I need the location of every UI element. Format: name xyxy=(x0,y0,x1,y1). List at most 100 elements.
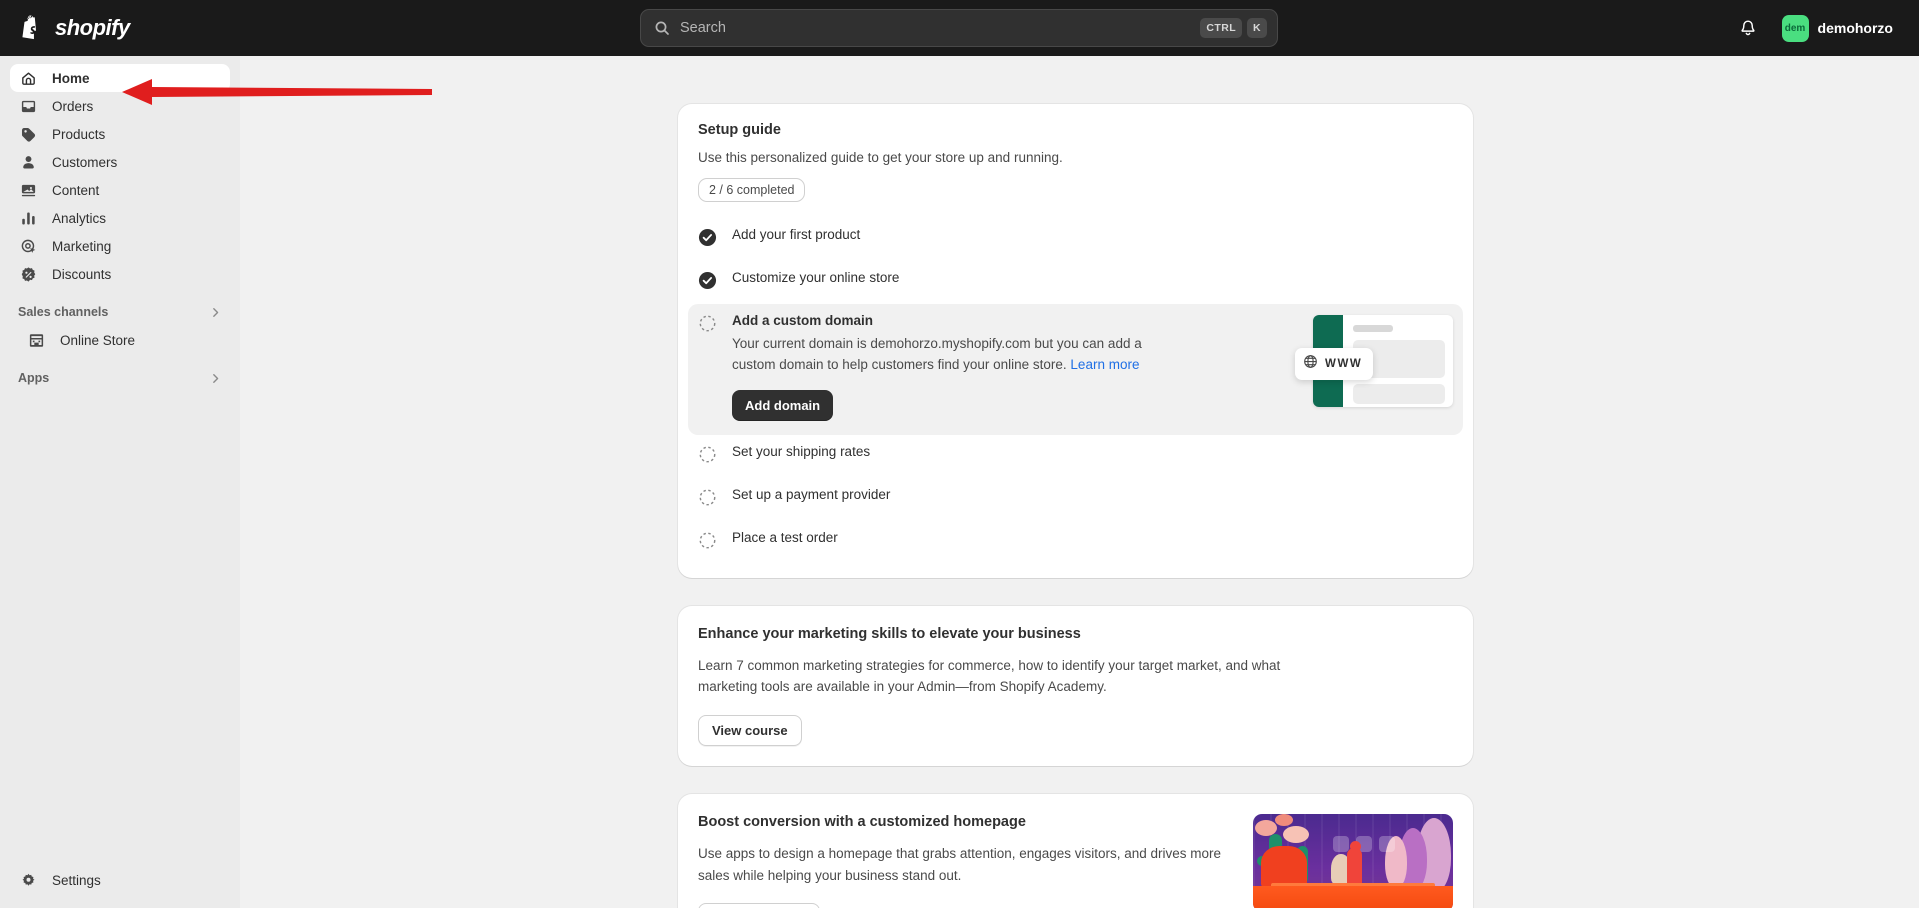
sidebar-item-label: Online Store xyxy=(60,333,135,348)
view-app-guide-button[interactable]: View app guide xyxy=(698,903,820,908)
promo-body-wrap: Boost conversion with a customized homep… xyxy=(678,794,1473,908)
brand-wordmark: shopify xyxy=(55,15,130,41)
task-label: Add your first product xyxy=(732,227,1453,242)
sidebar-item-online-store[interactable]: Online Store xyxy=(10,326,230,354)
check-complete-icon xyxy=(698,271,718,295)
homepage-scene-thumbnail xyxy=(1253,814,1453,908)
orders-inbox-icon xyxy=(18,96,38,116)
www-badge: WWW xyxy=(1295,348,1373,380)
setup-task-shipping-rates[interactable]: Set your shipping rates xyxy=(688,435,1463,478)
globe-icon xyxy=(1303,354,1318,374)
sidebar-item-label: Customers xyxy=(52,155,117,170)
check-complete-icon xyxy=(698,228,718,252)
promo-text: Learn 7 common marketing strategies for … xyxy=(698,655,1298,698)
sidebar-item-label: Orders xyxy=(52,99,93,114)
storefront-icon xyxy=(26,330,46,350)
sidebar-item-discounts[interactable]: Discounts xyxy=(10,260,230,288)
search-input[interactable]: Search CTRL K xyxy=(640,9,1278,47)
marketing-target-icon xyxy=(18,236,38,256)
person-icon xyxy=(18,152,38,172)
shopify-logo-icon xyxy=(22,15,46,42)
incomplete-circle-icon xyxy=(698,445,718,469)
setup-guide-subtitle: Use this personalized guide to get your … xyxy=(698,150,1453,165)
blossom-shape xyxy=(1275,814,1293,826)
content-image-icon xyxy=(18,180,38,200)
add-domain-button[interactable]: Add domain xyxy=(732,390,833,421)
sidebar-item-marketing[interactable]: Marketing xyxy=(10,232,230,260)
task-label: Set up a payment provider xyxy=(732,487,1453,502)
sidebar-item-label: Discounts xyxy=(52,267,111,282)
sidebar-item-label: Home xyxy=(52,71,90,86)
sidebar-section-apps[interactable]: Apps xyxy=(10,364,230,392)
task-description: Your current domain is demohorzo.myshopi… xyxy=(732,334,1162,376)
sidebar-item-orders[interactable]: Orders xyxy=(10,92,230,120)
user-menu[interactable]: dem demohorzo xyxy=(1778,11,1901,46)
task-body: Add a custom domain Your current domain … xyxy=(732,313,1284,421)
sidebar-item-label: Products xyxy=(52,127,105,142)
sidebar-item-customers[interactable]: Customers xyxy=(10,148,230,176)
promo-body: Enhance your marketing skills to elevate… xyxy=(698,626,1453,746)
sidebar-item-analytics[interactable]: Analytics xyxy=(10,204,230,232)
promo-title: Boost conversion with a customized homep… xyxy=(698,814,1235,830)
setup-task-test-order[interactable]: Place a test order xyxy=(688,521,1463,564)
sidebar-item-products[interactable]: Products xyxy=(10,120,230,148)
sidebar-item-settings[interactable]: Settings xyxy=(10,866,230,894)
search-placeholder: Search xyxy=(680,20,1195,36)
bar-chart-icon xyxy=(18,208,38,228)
sidebar-item-label: Analytics xyxy=(52,211,106,226)
domain-illustration: WWW xyxy=(1298,315,1453,407)
top-bar-right: dem demohorzo xyxy=(1732,0,1901,56)
shortcut-k: K xyxy=(1247,18,1267,38)
task-body: Customize your online store xyxy=(732,270,1453,285)
task-body: Set your shipping rates xyxy=(732,444,1453,459)
learn-more-link[interactable]: Learn more xyxy=(1070,357,1139,372)
setup-task-custom-domain[interactable]: Add a custom domain Your current domain … xyxy=(688,304,1463,435)
sidebar-item-label: Marketing xyxy=(52,239,111,254)
shortcut-ctrl: CTRL xyxy=(1200,18,1242,38)
www-label: WWW xyxy=(1325,358,1362,370)
sidebar: Home Orders Products Customers xyxy=(0,56,240,908)
incomplete-circle-icon xyxy=(698,531,718,555)
discount-badge-icon xyxy=(18,264,38,284)
home-icon xyxy=(18,68,38,88)
task-body: Add your first product xyxy=(732,227,1453,242)
sidebar-section-sales-channels[interactable]: Sales channels xyxy=(10,298,230,326)
notifications-button[interactable] xyxy=(1732,12,1764,44)
setup-guide-card: Setup guide Use this personalized guide … xyxy=(678,104,1473,578)
task-label: Add a custom domain xyxy=(732,313,1284,328)
task-label: Set your shipping rates xyxy=(732,444,1453,459)
setup-task-customize-store[interactable]: Customize your online store xyxy=(688,261,1463,304)
chevron-right-icon xyxy=(209,306,222,319)
task-label: Place a test order xyxy=(732,530,1453,545)
stage-floor xyxy=(1253,886,1453,908)
shopify-brand[interactable]: shopify xyxy=(22,15,242,42)
sidebar-item-label: Settings xyxy=(52,873,101,888)
setup-task-list: Add your first product Customize your on… xyxy=(678,212,1473,578)
promo-title: Enhance your marketing skills to elevate… xyxy=(698,626,1453,642)
gear-icon xyxy=(18,870,38,890)
user-name: demohorzo xyxy=(1818,20,1893,36)
search-icon xyxy=(654,20,670,36)
task-body: Set up a payment provider xyxy=(732,487,1453,502)
promo-body: Boost conversion with a customized homep… xyxy=(698,814,1235,908)
task-body: Place a test order xyxy=(732,530,1453,545)
app-tile-icon xyxy=(1333,836,1349,852)
promo-text: Use apps to design a homepage that grabs… xyxy=(698,843,1235,886)
setup-task-add-product[interactable]: Add your first product xyxy=(688,218,1463,261)
view-course-button[interactable]: View course xyxy=(698,715,802,746)
promo-card-marketing-course: Enhance your marketing skills to elevate… xyxy=(678,606,1473,766)
sidebar-item-label: Content xyxy=(52,183,99,198)
avatar: dem xyxy=(1782,15,1809,42)
section-title: Sales channels xyxy=(18,305,108,319)
blossom-shape xyxy=(1255,820,1277,836)
sidebar-item-content[interactable]: Content xyxy=(10,176,230,204)
setup-task-payment-provider[interactable]: Set up a payment provider xyxy=(688,478,1463,521)
task-label: Customize your online store xyxy=(732,270,1453,285)
page-title: Setup guide xyxy=(698,122,1453,138)
promo-card-customized-homepage: Boost conversion with a customized homep… xyxy=(678,794,1473,908)
promo-body-wrap: Enhance your marketing skills to elevate… xyxy=(678,606,1473,766)
sidebar-item-home[interactable]: Home xyxy=(10,64,230,92)
incomplete-circle-icon xyxy=(698,488,718,512)
chevron-right-icon xyxy=(209,372,222,385)
global-search[interactable]: Search CTRL K xyxy=(640,9,1278,47)
